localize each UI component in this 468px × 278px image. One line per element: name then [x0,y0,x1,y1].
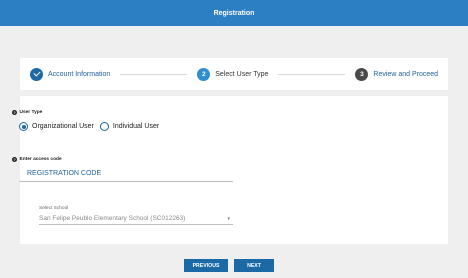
radio-selected-icon[interactable] [19,122,28,131]
school-select[interactable]: San Felipe Peublo Elementary School (SC0… [39,213,233,225]
step-label: Select User Type [215,70,269,78]
radio-organizational-user[interactable]: Organizational User [19,122,94,131]
user-type-label: ? User Type [12,110,42,115]
access-code-input[interactable] [19,166,233,182]
checkmark-icon [30,67,43,81]
step-select-user-type: 2 Select User Type [197,67,269,81]
step-label: Review and Proceed [373,70,439,78]
page-header: Registration [0,0,468,26]
step-label: Account Information [48,70,111,78]
step-connector [120,73,188,75]
access-code-label-text: Enter access code [19,157,62,162]
help-icon: ? [12,110,17,115]
previous-button[interactable]: PREVIOUS [184,259,228,272]
help-icon: ? [12,157,17,162]
caret-down-icon: ▼ [226,216,231,221]
page-title: Registration [213,9,255,17]
radio-label: Organizational User [32,123,94,130]
next-button[interactable]: NEXT [234,259,274,272]
user-type-label-text: User Type [19,110,43,115]
step-number-badge: 3 [355,67,369,81]
select-school-label: Select School [39,206,69,211]
radio-unselected-icon[interactable] [99,122,109,131]
user-type-radio-group: Organizational User Individual User [19,122,165,131]
progress-stepper: Account Information 2 Select User Type 3… [20,58,448,90]
step-number-badge: 2 [197,67,211,81]
step-connector [278,73,346,75]
radio-individual-user[interactable]: Individual User [99,122,160,131]
school-select-value: San Felipe Peublo Elementary School (SC0… [39,215,186,222]
step-account-information[interactable]: Account Information [30,67,111,81]
access-code-label: ? Enter access code [12,157,62,162]
radio-label: Individual User [112,123,160,130]
step-review-and-proceed: 3 Review and Proceed [355,67,439,81]
